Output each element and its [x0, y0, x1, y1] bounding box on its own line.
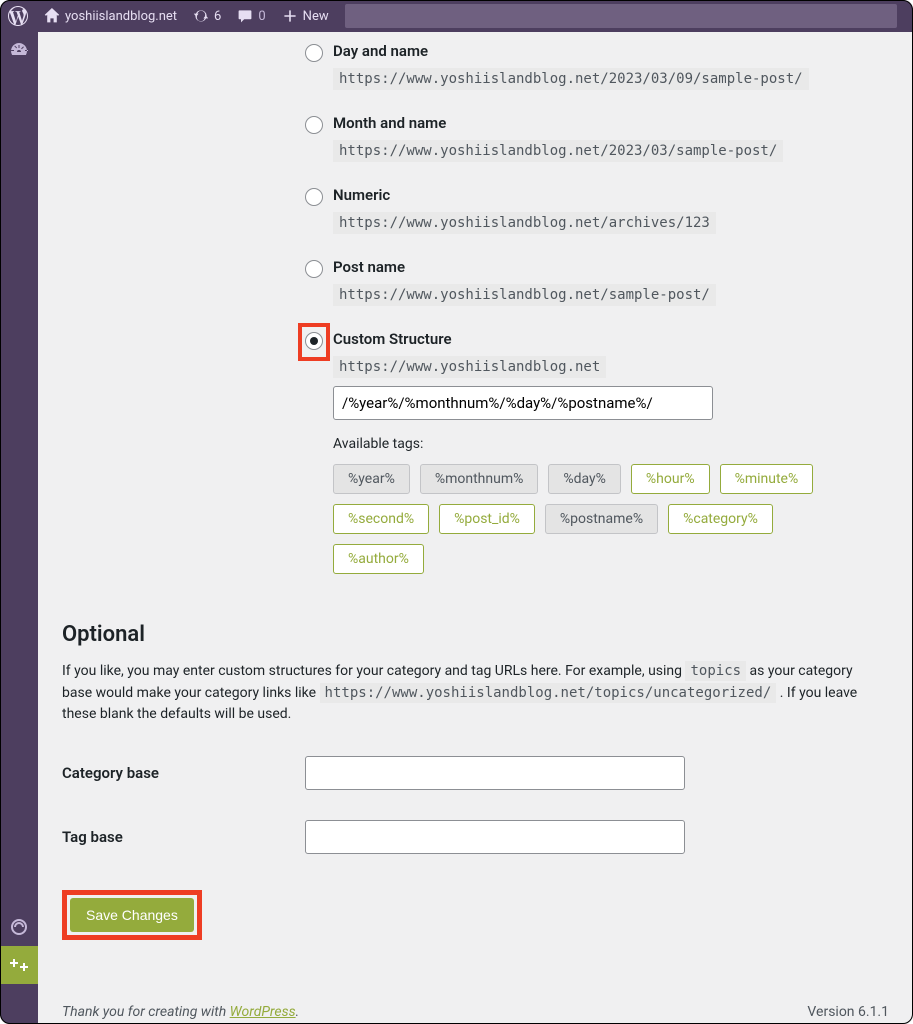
tag-base-input[interactable] [305, 820, 685, 854]
wordpress-logo-icon [8, 6, 28, 26]
custom-base-url: https://www.yoshiislandblog.net [333, 356, 606, 378]
comments-count: 0 [258, 9, 265, 24]
radio-permalink-0[interactable] [305, 44, 323, 62]
admin-toolbar: yoshiislandblog.net 6 0 New [0, 0, 913, 32]
footer-thanks: Thank you for creating with WordPress. [62, 1004, 299, 1020]
admin-footer: Thank you for creating with WordPress. V… [62, 1004, 889, 1020]
radio-custom-structure[interactable] [305, 332, 323, 350]
tag-button[interactable]: %hour% [631, 464, 710, 494]
tag-button[interactable]: %postname% [545, 504, 658, 534]
site-name-link[interactable]: yoshiislandblog.net [36, 0, 185, 32]
radio-permalink-3[interactable] [305, 260, 323, 278]
permalink-option: Month and name https://www.yoshiislandblo… [62, 114, 889, 162]
tag-base-row: Tag base [62, 820, 889, 854]
home-icon [44, 8, 60, 24]
permalink-option: Day and name https://www.yoshiislandblog.… [62, 42, 889, 90]
circle-icon [9, 917, 29, 937]
tag-button[interactable]: %year% [333, 464, 410, 494]
save-changes-button[interactable]: Save Changes [70, 898, 194, 932]
site-name-text: yoshiislandblog.net [65, 9, 177, 24]
permalink-option-custom: Custom Structure https://www.yoshiisland… [62, 330, 889, 574]
available-tags-label: Available tags: [333, 436, 833, 452]
sidebar-item-plugin[interactable] [0, 908, 38, 946]
option-label: Month and name [333, 114, 783, 132]
sidebar-item-dashboard[interactable] [0, 32, 38, 70]
tag-button[interactable]: %author% [333, 544, 424, 574]
available-tags-list: %year% %monthnum% %day% %hour% %minute% %seco… [333, 464, 833, 574]
category-base-label: Category base [62, 764, 305, 782]
wordpress-link[interactable]: WordPress [230, 1004, 296, 1020]
sliders-icon [9, 955, 29, 975]
tag-button[interactable]: %post_id% [439, 504, 535, 534]
permalink-option: Numeric https://www.yoshiislandblog.net/a… [62, 186, 889, 234]
tag-button[interactable]: %day% [548, 464, 621, 494]
main-content: Day and name https://www.yoshiislandblog.… [38, 32, 913, 1024]
radio-permalink-2[interactable] [305, 188, 323, 206]
option-example: https://www.yoshiislandblog.net/sample-p… [333, 284, 716, 306]
updates-link[interactable]: 6 [185, 0, 229, 32]
tag-button[interactable]: %category% [668, 504, 773, 534]
tag-button[interactable]: %minute% [720, 464, 814, 494]
new-content-link[interactable]: New [274, 0, 337, 32]
comment-icon [237, 8, 253, 24]
comments-link[interactable]: 0 [229, 0, 273, 32]
option-example: https://www.yoshiislandblog.net/2023/03/… [333, 140, 783, 162]
tag-base-label: Tag base [62, 828, 305, 846]
tag-button[interactable]: %monthnum% [420, 464, 539, 494]
option-label: Numeric [333, 186, 716, 204]
footer-version: Version 6.1.1 [807, 1004, 889, 1020]
adminbar-filler [345, 4, 897, 28]
dashboard-icon [9, 41, 29, 61]
category-base-row: Category base [62, 756, 889, 790]
wp-logo-menu[interactable] [0, 0, 36, 32]
admin-sidebar-collapsed [0, 32, 38, 1024]
tag-button[interactable]: %second% [333, 504, 429, 534]
option-example: https://www.yoshiislandblog.net/2023/03/… [333, 68, 809, 90]
custom-structure-input[interactable] [333, 386, 713, 420]
option-example: https://www.yoshiislandblog.net/archives… [333, 212, 716, 234]
optional-description: If you like, you may enter custom struct… [62, 661, 882, 726]
option-label: Post name [333, 258, 716, 276]
optional-heading: Optional [62, 622, 889, 647]
new-label: New [303, 9, 329, 24]
sidebar-item-settings[interactable] [0, 946, 38, 984]
radio-permalink-1[interactable] [305, 116, 323, 134]
permalink-option: Post name https://www.yoshiislandblog.net… [62, 258, 889, 306]
updates-count: 6 [214, 9, 221, 24]
plus-icon [282, 8, 298, 24]
update-icon [193, 8, 209, 24]
option-label-custom: Custom Structure [333, 330, 833, 348]
category-base-input[interactable] [305, 756, 685, 790]
option-label: Day and name [333, 42, 809, 60]
